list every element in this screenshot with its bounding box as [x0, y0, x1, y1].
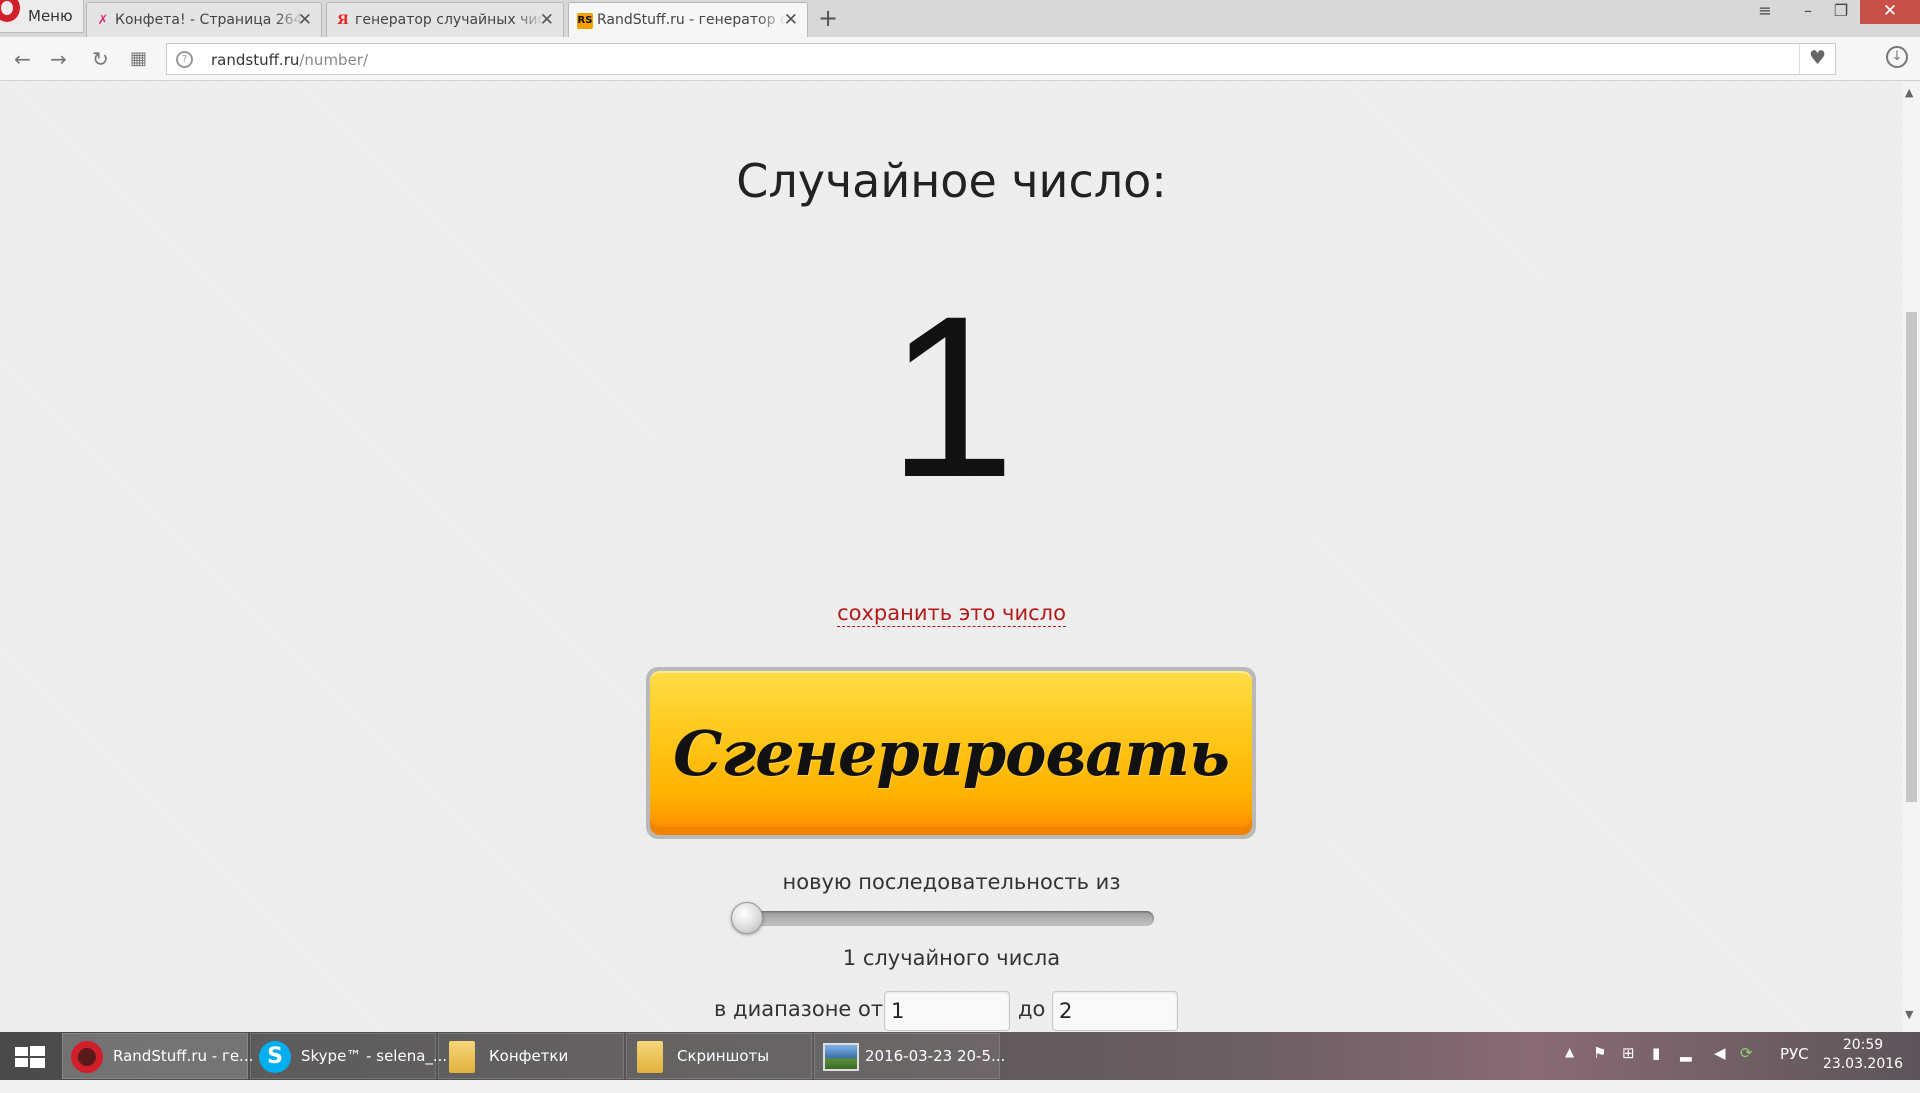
tab-randstuff[interactable]: RS RandStuff.ru - генератор случайных ✕ [568, 2, 808, 38]
generate-button-label: Сгенерировать [673, 716, 1230, 790]
tab-title: RandStuff.ru - генератор случайных [597, 12, 787, 28]
tab-title: генератор случайных чисел [355, 12, 545, 28]
image-icon [823, 1043, 859, 1071]
count-label: 1 случайного числа [842, 946, 1061, 970]
yandex-favicon-icon: Я [337, 13, 349, 28]
signal-icon[interactable]: ▂ [1680, 1044, 1692, 1092]
scroll-down-arrow-icon[interactable]: ▼ [1905, 1008, 1913, 1021]
language-indicator[interactable]: РУС [1780, 1045, 1809, 1093]
tray-expand-icon[interactable]: ▲ [1565, 1045, 1574, 1093]
tab-close-icon[interactable]: ✕ [298, 10, 312, 30]
windows-tray-icon[interactable]: ⊞ [1622, 1044, 1635, 1092]
page-content: Случайное число: 1 сохранить это число С… [0, 82, 1903, 1032]
generate-button-face[interactable]: Сгенерировать [650, 671, 1252, 835]
site-info-icon[interactable]: ? [176, 51, 193, 68]
taskbar-item-label: 2016-03-23 20-5... [865, 1047, 1006, 1065]
downloads-icon[interactable]: ↓ [1886, 46, 1908, 68]
opera-menu-button[interactable]: Меню [0, 0, 84, 33]
opera-logo-icon [0, 0, 20, 22]
address-bar[interactable]: ? randstuff.ru/number/ ♥ [166, 43, 1836, 75]
taskbar-item-label: Скриншоты [677, 1047, 770, 1065]
count-slider-handle[interactable] [731, 902, 763, 934]
windows-logo-icon [15, 1046, 45, 1068]
generate-button[interactable]: Сгенерировать [646, 667, 1256, 839]
tab-close-icon[interactable]: ✕ [540, 10, 554, 30]
taskbar-item-opera[interactable]: RandStuff.ru - ге... [62, 1033, 253, 1079]
taskbar-item-folder-screenshots[interactable]: Скриншоты [626, 1033, 812, 1079]
battery-icon[interactable]: ▮ [1652, 1044, 1660, 1092]
tab-close-icon[interactable]: ✕ [784, 10, 798, 30]
opera-icon [71, 1041, 103, 1073]
randstuff-favicon-icon: RS [577, 13, 593, 29]
tab-menu-icon[interactable]: ≡ [1750, 0, 1780, 24]
action-center-flag-icon[interactable]: ⚑ [1593, 1044, 1606, 1092]
sequence-label: новую последовательность из [782, 870, 1121, 894]
bookmark-heart-icon[interactable]: ♥ [1799, 44, 1835, 74]
browser-nav-bar: ← → ↻ ▦ ? randstuff.ru/number/ ♥ ↓ [0, 37, 1920, 81]
new-tab-button[interactable]: + [818, 4, 838, 32]
range-from-label: в диапазоне от [714, 997, 884, 1021]
count-slider-track[interactable] [737, 911, 1154, 926]
taskbar-item-label: Skype™ - selena_... [301, 1047, 448, 1065]
url-host: randstuff.ru [211, 51, 300, 69]
range-from-input[interactable] [884, 991, 1010, 1031]
back-arrow-icon[interactable]: ← [14, 47, 31, 71]
save-number-link[interactable]: сохранить это число [837, 601, 1066, 627]
clock-time: 20:59 [1842, 1037, 1884, 1053]
range-row: в диапазоне от до [0, 991, 1903, 1031]
taskbar-item-image[interactable]: 2016-03-23 20-5... [814, 1033, 1005, 1079]
range-to-input[interactable] [1052, 991, 1178, 1031]
save-number-link-wrap: сохранить это число [0, 601, 1903, 627]
scrollbar-thumb[interactable] [1906, 312, 1917, 802]
menu-label: Меню [28, 7, 73, 25]
tab-title: Конфета! - Страница 264 [115, 12, 305, 28]
reload-icon[interactable]: ↻ [92, 47, 109, 71]
taskbar-item-label: RandStuff.ru - ге... [113, 1047, 254, 1065]
random-number-result: 1 [887, 268, 1016, 525]
page-heading: Случайное число: [736, 154, 1167, 208]
range-to-label: до [1018, 997, 1046, 1021]
speed-dial-grid-icon[interactable]: ▦ [130, 48, 147, 69]
taskbar-item-folder-konfetki[interactable]: Конфетки [438, 1033, 624, 1079]
sync-icon[interactable]: ⟳ [1740, 1044, 1753, 1092]
tab-konfeta[interactable]: ✗ Конфета! - Страница 264 ✕ [86, 2, 322, 37]
taskbar-item-skype[interactable]: S Skype™ - selena_... [250, 1033, 447, 1079]
forward-arrow-icon[interactable]: → [50, 47, 67, 71]
skype-icon: S [259, 1041, 291, 1073]
start-button[interactable] [0, 1032, 58, 1080]
url-text[interactable]: randstuff.ru/number/ [211, 51, 368, 69]
clock-date: 23.03.2016 [1822, 1056, 1904, 1072]
windows-taskbar: RandStuff.ru - ге... S Skype™ - selena_.… [0, 1032, 1920, 1080]
taskbar-clock[interactable]: 20:59 23.03.2016 [1818, 1036, 1908, 1074]
pink-x-favicon-icon: ✗ [97, 13, 109, 28]
taskbar-item-label: Конфетки [489, 1047, 569, 1065]
folder-icon [449, 1041, 475, 1073]
volume-icon[interactable]: ◀ [1714, 1044, 1726, 1092]
tab-yandex[interactable]: Я генератор случайных чисел ✕ [326, 2, 564, 37]
page-scrollbar[interactable]: ▲ ▼ [1903, 82, 1920, 1032]
close-window-button[interactable]: ✕ [1860, 0, 1920, 24]
maximize-button[interactable]: ❐ [1826, 0, 1856, 24]
scroll-up-arrow-icon[interactable]: ▲ [1905, 86, 1913, 99]
minimize-button[interactable]: – [1793, 0, 1823, 24]
folder-icon [637, 1041, 663, 1073]
url-path: /number/ [299, 51, 369, 69]
browser-tab-bar: Меню ✗ Конфета! - Страница 264 ✕ Я генер… [0, 0, 1920, 38]
